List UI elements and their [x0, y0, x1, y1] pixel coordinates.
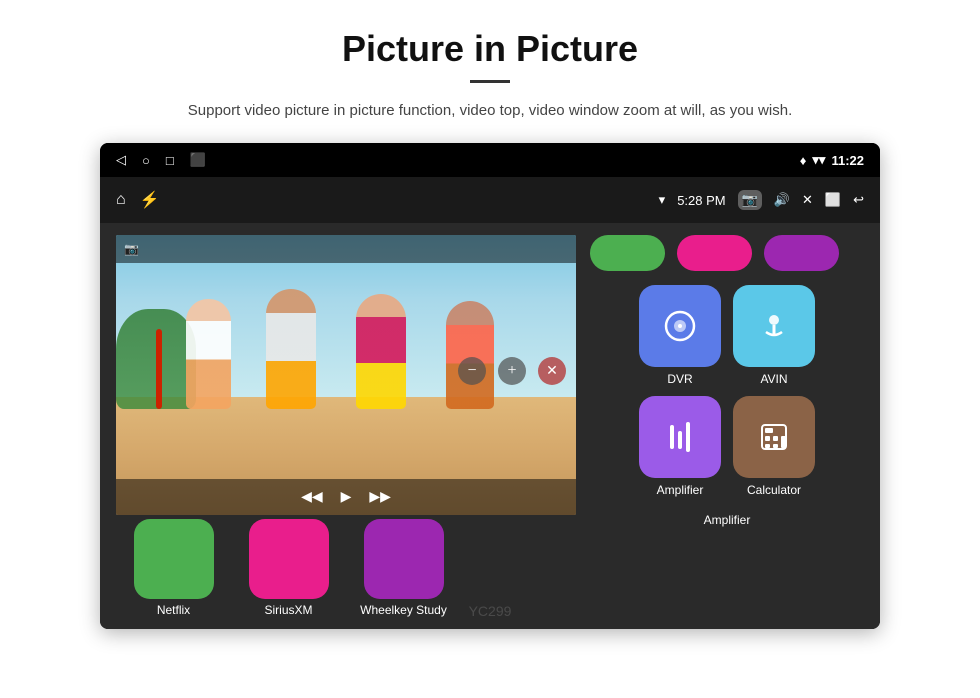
- device-frame: ◁ ○ □ ⬛ ♦ ▾▾ 11:22 ⌂ ⚡ ▾ 5:28 PM 📷 🔊: [100, 143, 880, 629]
- status-bar: ◁ ○ □ ⬛ ♦ ▾▾ 11:22: [100, 143, 880, 177]
- nav-bar: ⌂ ⚡ ▾ 5:28 PM 📷 🔊 ✕ ⬜ ↩: [100, 177, 880, 223]
- blob-pink: [677, 235, 752, 271]
- close-nav-icon[interactable]: ✕: [802, 192, 813, 208]
- calculator-icon: [733, 396, 815, 478]
- home-icon[interactable]: ⌂: [116, 191, 126, 209]
- pip-container[interactable]: 📷 − + ✕: [116, 235, 576, 617]
- window-icon[interactable]: ⬜: [825, 192, 841, 208]
- back-icon[interactable]: ↩: [853, 192, 864, 208]
- app-row-2: Amplifier: [590, 396, 864, 497]
- avin-label: AVIN: [760, 372, 787, 386]
- app-top-blobs: [590, 235, 864, 271]
- app-siriusxm[interactable]: SiriusXM: [231, 519, 346, 617]
- app-dvr[interactable]: DVR: [639, 285, 721, 386]
- netflix-icon: [134, 519, 214, 599]
- status-bar-right: ♦ ▾▾ 11:22: [800, 152, 864, 168]
- volume-icon[interactable]: 🔊: [774, 192, 790, 208]
- home-nav-icon[interactable]: ○: [142, 153, 150, 168]
- title-divider: [470, 80, 510, 83]
- recents-nav-icon[interactable]: □: [166, 153, 174, 168]
- status-bar-nav: ◁ ○ □ ⬛: [116, 152, 206, 168]
- siriusxm-icon: [249, 519, 329, 599]
- amplifier-icon: [639, 396, 721, 478]
- back-nav-icon[interactable]: ◁: [116, 152, 126, 168]
- wheelkey-label: Wheelkey Study: [360, 603, 447, 617]
- app-calculator[interactable]: Calculator: [733, 396, 815, 497]
- location-icon: ♦: [800, 153, 807, 168]
- bottom-amplifier-wrapper: Amplifier: [590, 513, 864, 527]
- page-subtitle: Support video picture in picture functio…: [40, 99, 940, 123]
- status-time: 11:22: [831, 153, 864, 168]
- bottom-app-row: Netflix SiriusXM Wheelkey Study: [116, 519, 576, 617]
- signal-icon: ▾▾: [812, 152, 825, 168]
- netflix-label: Netflix: [157, 603, 190, 617]
- avin-icon: [733, 285, 815, 367]
- blob-green: [590, 235, 665, 271]
- dvr-label: DVR: [667, 372, 692, 386]
- siriusxm-label: SiriusXM: [264, 603, 312, 617]
- nav-bar-right-icons: ▾ 5:28 PM 📷 🔊 ✕ ⬜ ↩: [659, 190, 864, 210]
- page-title: Picture in Picture: [40, 28, 940, 70]
- main-content: 📷 − + ✕: [100, 223, 880, 629]
- app-amplifier[interactable]: Amplifier: [639, 396, 721, 497]
- screenshot-icon[interactable]: ⬛: [190, 152, 206, 168]
- blob-purple: [764, 235, 839, 271]
- app-row-1: DVR AVIN: [590, 285, 864, 386]
- pip-close-button[interactable]: ✕: [538, 357, 566, 385]
- pip-controls-bar: 📷: [116, 235, 576, 263]
- apps-area: DVR AVIN: [576, 235, 864, 617]
- dvr-icon: [639, 285, 721, 367]
- camera-icon[interactable]: 📷: [738, 190, 762, 210]
- wifi-nav-icon: ▾: [659, 192, 666, 208]
- app-wheelkey[interactable]: Wheelkey Study: [346, 519, 461, 617]
- pip-bottom-controls: ◀◀ ▶ ▶▶: [116, 479, 576, 515]
- pip-play-button[interactable]: ▶: [341, 489, 352, 506]
- usb-icon: ⚡: [140, 190, 160, 210]
- amplifier-bottom-label: Amplifier: [704, 513, 751, 527]
- pip-plus-button[interactable]: +: [498, 357, 526, 385]
- pip-overlay-controls: − + ✕: [116, 263, 576, 479]
- amplifier-label: Amplifier: [657, 483, 704, 497]
- nav-bar-left-icons: ⌂ ⚡: [116, 190, 160, 210]
- app-avin[interactable]: AVIN: [733, 285, 815, 386]
- calculator-label: Calculator: [747, 483, 801, 497]
- app-netflix[interactable]: Netflix: [116, 519, 231, 617]
- wheelkey-icon: [364, 519, 444, 599]
- pip-minus-button[interactable]: −: [458, 357, 486, 385]
- app-amplifier-bottom[interactable]: Amplifier: [704, 513, 751, 527]
- pip-prev-button[interactable]: ◀◀: [301, 489, 323, 506]
- nav-time: 5:28 PM: [677, 193, 725, 208]
- pip-camera-icon: 📷: [124, 242, 139, 257]
- pip-next-button[interactable]: ▶▶: [369, 489, 391, 506]
- pip-video: 📷 − + ✕: [116, 235, 576, 515]
